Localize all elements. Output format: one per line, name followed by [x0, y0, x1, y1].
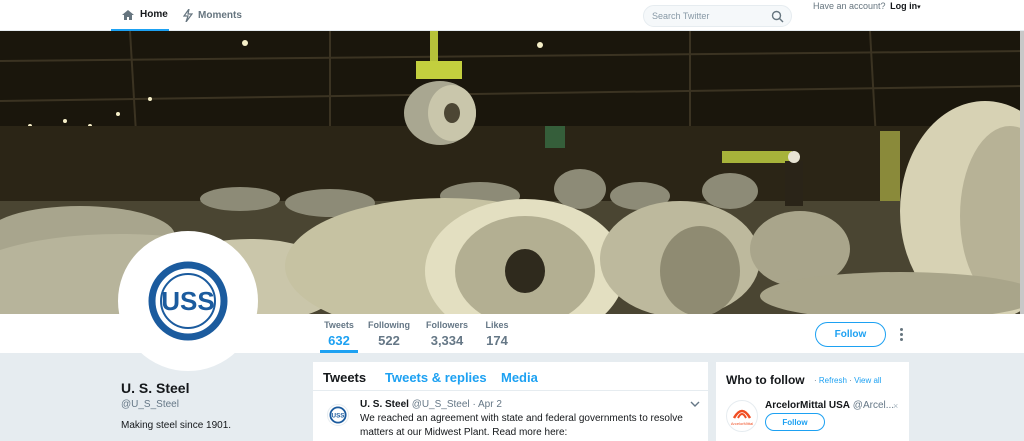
- timeline: Tweets Tweets & replies Media USS U. S. …: [313, 362, 708, 441]
- tweet-separator: ·: [472, 399, 476, 410]
- arcelormittal-logo-text: ArcelorMittal: [730, 421, 754, 426]
- nav-home-label: Home: [140, 9, 168, 20]
- arcelormittal-logo-icon: [732, 409, 752, 419]
- stat-tweets-label: Tweets: [324, 320, 354, 330]
- view-all-link[interactable]: View all: [854, 376, 881, 385]
- top-navigation: Home Moments Have an account? Log in▾: [0, 0, 1024, 31]
- avatar[interactable]: USS: [118, 231, 258, 371]
- account-prompt: Have an account?: [813, 1, 886, 11]
- more-options-icon[interactable]: [896, 324, 906, 344]
- follow-button[interactable]: Follow: [815, 322, 886, 347]
- uss-logo: USS: [148, 261, 228, 341]
- uss-logo-small: USS: [329, 406, 347, 424]
- tweet-author-handle[interactable]: @U_S_Steel: [412, 399, 470, 410]
- tweet[interactable]: USS U. S. Steel @U_S_Steel · Apr 2 We re…: [313, 392, 708, 441]
- suggested-follow-button[interactable]: Follow: [765, 413, 825, 431]
- separator: ·: [849, 376, 852, 385]
- tweet-text: We reached an agreement with state and f…: [360, 413, 683, 438]
- tweet-author-name[interactable]: U. S. Steel: [360, 399, 409, 410]
- login-link[interactable]: Log in: [890, 1, 917, 11]
- stat-following-label: Following: [368, 320, 410, 330]
- stat-following[interactable]: Following 522: [368, 320, 410, 348]
- arcelormittal-avatar[interactable]: ArcelorMittal: [726, 400, 758, 432]
- profile-bio: Making steel since 1901.: [121, 420, 232, 431]
- who-to-follow: Who to follow · Refresh · View all Arcel…: [716, 362, 909, 441]
- uss-logo-text: USS: [161, 286, 214, 316]
- tab-media[interactable]: Media: [501, 370, 538, 385]
- account-area: Have an account? Log in▾: [813, 1, 921, 11]
- stat-likes[interactable]: Likes 174: [484, 320, 510, 348]
- stat-likes-value: 174: [486, 333, 508, 348]
- who-to-follow-title: Who to follow: [726, 373, 805, 387]
- suggested-account-name[interactable]: ArcelorMittal USA: [765, 400, 850, 411]
- nav-moments-label: Moments: [198, 10, 242, 21]
- search-box: [643, 5, 792, 27]
- chevron-down-icon[interactable]: [690, 400, 700, 408]
- tab-tweets[interactable]: Tweets: [323, 370, 366, 385]
- search-input[interactable]: [644, 6, 764, 26]
- nav-home[interactable]: Home: [111, 0, 169, 31]
- search-icon[interactable]: [771, 10, 784, 23]
- separator: ·: [814, 376, 817, 385]
- stat-likes-label: Likes: [485, 320, 509, 330]
- stat-tweets-value: 632: [328, 333, 350, 348]
- stat-tweets[interactable]: Tweets 632: [320, 320, 358, 353]
- scrollbar[interactable]: [1020, 31, 1024, 314]
- suggested-account[interactable]: ArcelorMittal USA @Arcel...: [765, 400, 894, 411]
- tweet-date[interactable]: Apr 2: [478, 399, 502, 410]
- nav-moments[interactable]: Moments: [183, 0, 242, 31]
- home-icon: [122, 9, 134, 20]
- uss-logo-small-text: USS: [332, 412, 345, 419]
- tab-tweets-replies[interactable]: Tweets & replies: [385, 370, 487, 385]
- lightning-icon: [183, 9, 193, 22]
- close-icon[interactable]: ×: [893, 401, 898, 411]
- tweet-avatar[interactable]: USS: [327, 404, 349, 426]
- refresh-link[interactable]: Refresh: [819, 376, 847, 385]
- profile-name[interactable]: U. S. Steel: [121, 380, 189, 396]
- suggested-account-handle[interactable]: @Arcel...: [853, 400, 894, 411]
- stat-followers-label: Followers: [425, 320, 468, 330]
- profile-handle[interactable]: @U_S_Steel: [121, 399, 179, 410]
- tweet-header: U. S. Steel @U_S_Steel · Apr 2: [360, 399, 502, 410]
- stat-following-value: 522: [378, 333, 400, 348]
- stat-followers-value: 3,334: [430, 333, 464, 348]
- stat-followers[interactable]: Followers 3,334: [425, 320, 469, 348]
- who-to-follow-links: · Refresh · View all: [814, 376, 881, 385]
- timeline-tabs: Tweets Tweets & replies Media: [313, 362, 708, 391]
- chevron-down-icon[interactable]: ▾: [917, 4, 921, 11]
